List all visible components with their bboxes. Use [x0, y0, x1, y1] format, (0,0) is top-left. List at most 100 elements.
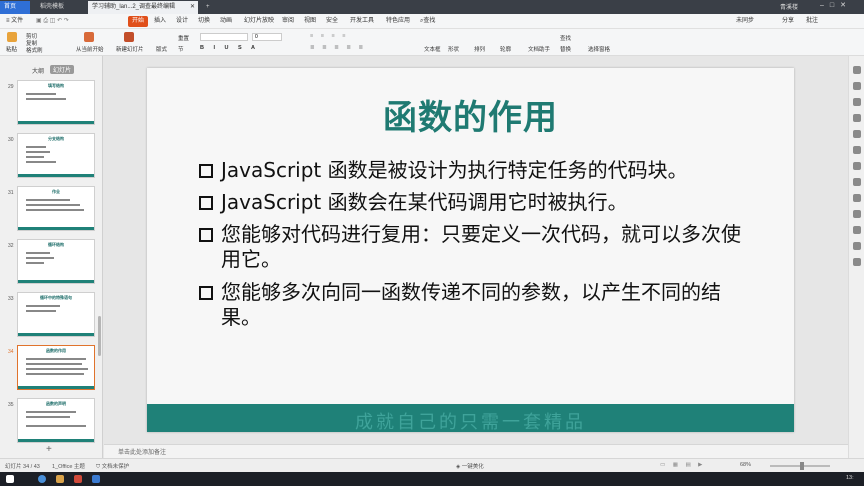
protect-status[interactable]: ⛉ 文档未保护 [96, 462, 129, 471]
format-painter-button[interactable]: 格式刷 [26, 46, 43, 54]
sync-status[interactable]: 未同步 [736, 16, 754, 27]
thumbnail-title: 填写结构 [48, 83, 64, 88]
add-slide-button[interactable]: + [46, 444, 52, 455]
zoom-slider-handle[interactable] [800, 462, 804, 470]
new-slide-icon[interactable] [124, 32, 134, 42]
toolbar-icon[interactable] [853, 114, 861, 122]
align-buttons[interactable]: ≣ ≣ ≣ ≣ ≣ [310, 45, 366, 51]
outline-tab[interactable]: 大纲 [32, 66, 44, 75]
new-slide-button[interactable]: 新建幻灯片 [116, 45, 144, 53]
file-menu[interactable]: ≡ 文件 [6, 16, 23, 27]
menu-bar: ≡ 文件 ▣ ⎙ ◫ ↶ ↷ 开始 插入 设计 切换 动画 幻灯片放映 审阅 视… [0, 14, 864, 29]
toolbar-icon[interactable] [853, 226, 861, 234]
slide-number: 29 [8, 84, 14, 90]
menu-search[interactable]: ⌕查找 [420, 16, 435, 27]
menu-features[interactable]: 特色应用 [386, 16, 410, 27]
bullet-item[interactable]: JavaScript 函数会在某代码调用它时被执行。 [199, 190, 759, 215]
font-size-select[interactable]: 0 [252, 33, 282, 41]
slides-tab[interactable]: 幻灯片 [50, 65, 75, 74]
toolbar-icon[interactable] [853, 194, 861, 202]
toolbar-icon[interactable] [853, 210, 861, 218]
app-icon[interactable] [92, 475, 100, 483]
shape-button[interactable]: 形状 [448, 45, 459, 53]
slide-canvas[interactable]: 函数的作用 JavaScript 函数是被设计为执行特定任务的代码块。 Java… [147, 68, 794, 433]
thumbnail-title: 循环中的特殊语句 [40, 295, 72, 300]
toolbar-icon[interactable] [853, 146, 861, 154]
slide-title[interactable]: 函数的作用 [147, 90, 794, 139]
slide-thumbnail[interactable]: 循环中的特殊语句 [17, 292, 95, 337]
thumbnail-title: 循环结构 [48, 242, 64, 247]
slide-thumbnail-selected[interactable]: 函数的作用 [17, 345, 95, 390]
tab-template[interactable]: 稻壳模板 [36, 1, 84, 14]
thumbnail-scrollbar[interactable] [98, 316, 101, 356]
folder-icon[interactable] [56, 475, 64, 483]
font-format-buttons[interactable]: B I U S A [200, 45, 259, 51]
menu-transition[interactable]: 切换 [198, 16, 210, 27]
slide-thumbnail[interactable]: 循环结构 [17, 239, 95, 284]
menu-security[interactable]: 安全 [326, 16, 338, 27]
menu-start[interactable]: 开始 [128, 16, 149, 27]
zoom-level[interactable]: 68% [740, 462, 751, 468]
find-button[interactable]: 查找 [560, 34, 571, 42]
toolbar-icon[interactable] [853, 66, 861, 74]
menu-insert[interactable]: 插入 [154, 16, 166, 27]
bullet-item[interactable]: JavaScript 函数是被设计为执行特定任务的代码块。 [199, 158, 759, 183]
toolbar-icon[interactable] [853, 98, 861, 106]
doc-assist-button[interactable]: 文档助手 [528, 45, 550, 53]
title-bar: 首页 稻壳模板 学习辅助_lan...2_调查最终编辑 ✕ + 青溪楼 –□✕ [0, 0, 864, 14]
share-button[interactable]: 分享 [782, 16, 794, 27]
menu-view[interactable]: 视图 [304, 16, 316, 27]
notes-area[interactable]: 单击此处添加备注 [104, 444, 848, 458]
slide-number: 31 [8, 190, 14, 196]
new-tab-button[interactable]: + [202, 1, 214, 14]
toolbar-icon[interactable] [853, 242, 861, 250]
toolbar-icon[interactable] [853, 130, 861, 138]
start-icon[interactable] [6, 475, 14, 483]
slide-thumbnail-pane: 大纲 幻灯片 29 填写结构 30 分支结构 31 作业 32 循环结构 33 … [0, 56, 103, 458]
beautify-button[interactable]: ◈ 一键美化 [456, 462, 484, 470]
menu-design[interactable]: 设计 [176, 16, 188, 27]
paste-icon[interactable] [7, 32, 17, 42]
menu-review[interactable]: 审阅 [282, 16, 294, 27]
ribbon-toolbar: 粘贴 剪切 复制 格式刷 从当前开始 新建幻灯片 版式 重置 节 0 B I U… [0, 29, 864, 56]
outline-button[interactable]: 轮廓 [500, 45, 511, 53]
tab-document[interactable]: 学习辅助_lan...2_调查最终编辑 ✕ [88, 1, 198, 14]
user-name[interactable]: 青溪楼 [780, 2, 798, 11]
slide-thumbnail[interactable]: 作业 [17, 186, 95, 231]
menu-animation[interactable]: 动画 [220, 16, 232, 27]
reset-button[interactable]: 重置 [178, 34, 189, 42]
view-buttons[interactable]: ▭ ▦ ▤ ▶ [660, 462, 705, 468]
paste-button[interactable]: 粘贴 [6, 45, 17, 53]
tab-home[interactable]: 首页 [0, 1, 30, 14]
arrange-button[interactable]: 排列 [474, 45, 485, 53]
bullet-item[interactable]: 您能够多次向同一函数传递不同的参数，以产生不同的结果。 [199, 280, 744, 330]
close-tab-icon[interactable]: ✕ [190, 1, 195, 14]
section-button[interactable]: 节 [178, 45, 184, 53]
toolbar-icon[interactable] [853, 178, 861, 186]
window-controls[interactable]: –□✕ [820, 1, 852, 9]
toolbar-icon[interactable] [853, 82, 861, 90]
from-current-button[interactable]: 从当前开始 [76, 45, 104, 53]
layout-button[interactable]: 版式 [156, 45, 167, 53]
toolbar-icon[interactable] [853, 258, 861, 266]
bullet-item[interactable]: 您能够对代码进行复用：只要定义一次代码，就可以多次使用它。 [199, 222, 744, 272]
menu-developer[interactable]: 开发工具 [350, 16, 374, 27]
toolbar-icon[interactable] [853, 162, 861, 170]
select-pane-button[interactable]: 选择窗格 [588, 45, 610, 53]
font-name-select[interactable] [200, 33, 248, 41]
browser-icon[interactable] [38, 475, 46, 483]
status-bar: 幻灯片 34 / 43 1_Office 主题 ⛉ 文档未保护 ◈ 一键美化 ▭… [0, 458, 864, 472]
textbox-button[interactable]: 文本框 [424, 45, 441, 53]
slide-thumbnail[interactable]: 填写结构 [17, 80, 95, 125]
notes-placeholder: 单击此处添加备注 [118, 450, 167, 456]
quick-access-icons[interactable]: ▣ ⎙ ◫ ↶ ↷ [36, 16, 69, 27]
slide-thumbnail[interactable]: 分支结构 [17, 133, 95, 178]
menu-slideshow[interactable]: 幻灯片放映 [244, 16, 274, 27]
replace-button[interactable]: 替换 [560, 45, 571, 53]
slide-thumbnail[interactable]: 函数的声明 [17, 398, 95, 443]
paragraph-buttons[interactable]: ≡ ≡ ≡ ≡ [310, 33, 348, 39]
comment-button[interactable]: 批注 [806, 16, 818, 27]
play-icon[interactable] [84, 32, 94, 42]
presentation-icon[interactable] [74, 475, 82, 483]
checkbox-bullet-icon [199, 196, 213, 210]
